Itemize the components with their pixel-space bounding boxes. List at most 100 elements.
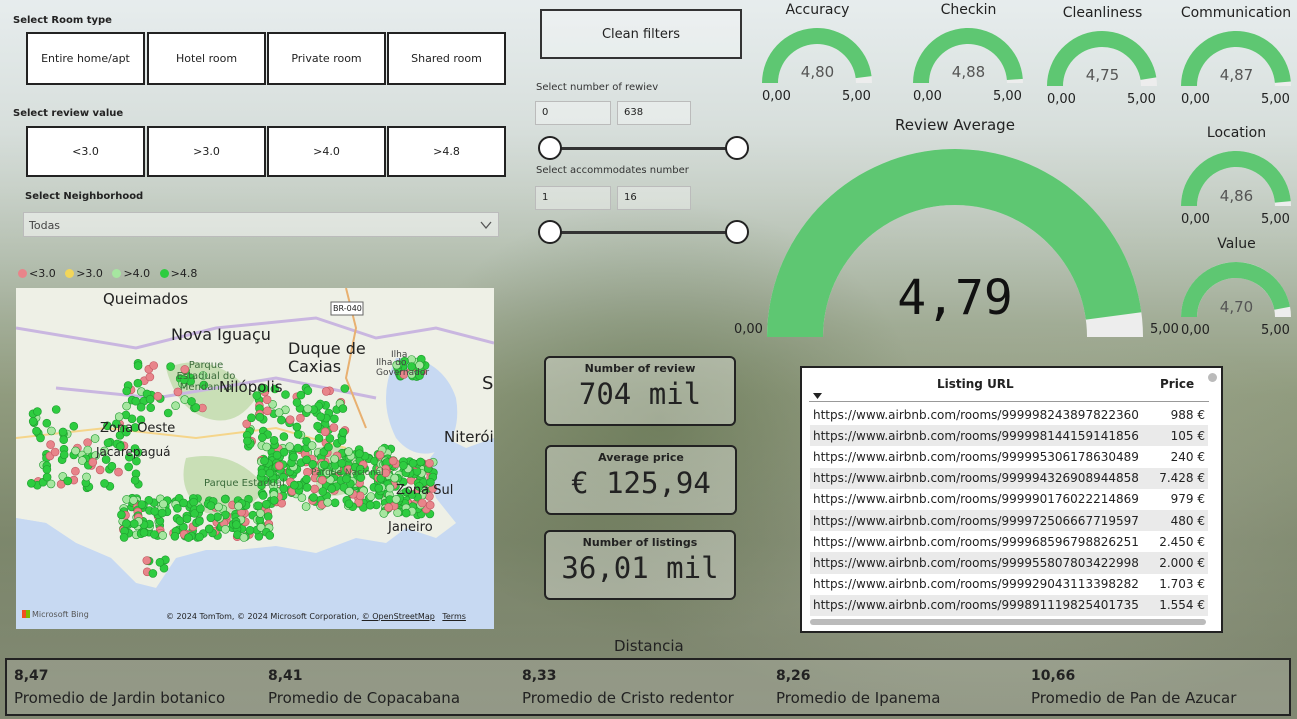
map-point[interactable] bbox=[137, 500, 147, 509]
terms-link[interactable]: Terms bbox=[442, 612, 466, 621]
map-point[interactable] bbox=[247, 413, 256, 423]
map-point[interactable] bbox=[265, 531, 275, 540]
map-point[interactable] bbox=[88, 457, 98, 467]
map-point[interactable] bbox=[27, 479, 36, 488]
map-point[interactable] bbox=[71, 446, 80, 456]
map-point[interactable] bbox=[303, 404, 313, 414]
map-point[interactable] bbox=[42, 465, 52, 474]
map-point[interactable] bbox=[285, 415, 295, 424]
table-row[interactable]: https://www.airbnb.com/rooms/99999824389… bbox=[810, 404, 1208, 425]
map-point[interactable] bbox=[28, 417, 38, 426]
map-point[interactable] bbox=[83, 438, 92, 447]
map-point[interactable] bbox=[320, 427, 330, 437]
map-point[interactable] bbox=[189, 497, 198, 507]
table-row[interactable]: https://www.airbnb.com/rooms/99992904311… bbox=[810, 574, 1208, 595]
listings-table[interactable]: Listing URL Price https://www.airbnb.com… bbox=[800, 366, 1223, 633]
map-point[interactable] bbox=[330, 414, 339, 424]
map-point[interactable] bbox=[385, 483, 395, 493]
map-point[interactable] bbox=[130, 475, 140, 485]
osm-link[interactable]: © OpenStreetMap bbox=[362, 612, 435, 621]
map-point[interactable] bbox=[258, 491, 268, 500]
map-point[interactable] bbox=[330, 454, 339, 464]
sort-desc-icon[interactable] bbox=[813, 393, 822, 399]
vertical-scrollbar-thumb[interactable] bbox=[1208, 373, 1217, 382]
map-point[interactable] bbox=[256, 509, 265, 518]
map-point[interactable] bbox=[42, 418, 52, 428]
map-point[interactable] bbox=[100, 479, 109, 488]
map-point[interactable] bbox=[265, 468, 275, 478]
map-point[interactable] bbox=[69, 421, 79, 431]
map-point[interactable] bbox=[310, 484, 319, 494]
map-point[interactable] bbox=[83, 445, 93, 455]
map-point[interactable] bbox=[296, 390, 306, 400]
map-point[interactable] bbox=[337, 459, 347, 468]
map-point[interactable] bbox=[338, 404, 348, 413]
map-point[interactable] bbox=[374, 483, 384, 493]
map-point[interactable] bbox=[122, 386, 131, 396]
map-point[interactable] bbox=[399, 461, 408, 470]
map-point[interactable] bbox=[139, 528, 149, 537]
map-point[interactable] bbox=[255, 412, 265, 422]
map-point[interactable] bbox=[46, 440, 55, 449]
map-point[interactable] bbox=[187, 397, 196, 406]
map-point[interactable] bbox=[63, 476, 73, 486]
map-point[interactable] bbox=[321, 387, 331, 396]
map-point[interactable] bbox=[285, 442, 295, 451]
map-point[interactable] bbox=[182, 514, 192, 524]
map-point[interactable] bbox=[344, 499, 354, 509]
map-point[interactable] bbox=[130, 519, 139, 529]
map-point[interactable] bbox=[323, 498, 333, 507]
map-point[interactable] bbox=[269, 436, 279, 445]
table-row[interactable]: https://www.airbnb.com/rooms/99989111982… bbox=[810, 594, 1208, 616]
map-point[interactable] bbox=[277, 415, 286, 425]
map-point[interactable] bbox=[289, 452, 298, 462]
map-point[interactable] bbox=[425, 500, 435, 510]
table-row[interactable]: https://www.airbnb.com/rooms/99999432690… bbox=[810, 467, 1208, 489]
map-point[interactable] bbox=[232, 520, 241, 529]
map-point[interactable] bbox=[329, 423, 339, 432]
map-point[interactable] bbox=[318, 487, 328, 496]
map-point[interactable] bbox=[303, 386, 313, 395]
table-row[interactable]: https://www.airbnb.com/rooms/99996859679… bbox=[810, 531, 1208, 552]
map-point[interactable] bbox=[114, 467, 123, 477]
map-point[interactable] bbox=[90, 434, 100, 443]
col-header-price[interactable]: Price bbox=[1160, 377, 1194, 391]
map-point[interactable] bbox=[142, 556, 152, 565]
map-point[interactable] bbox=[290, 480, 299, 490]
map-point[interactable] bbox=[148, 569, 158, 578]
map-point[interactable] bbox=[163, 408, 173, 418]
map-point[interactable] bbox=[42, 472, 52, 482]
map-point[interactable] bbox=[107, 461, 117, 471]
map-point[interactable] bbox=[297, 493, 307, 502]
table-row[interactable]: https://www.airbnb.com/rooms/99999814415… bbox=[810, 425, 1208, 447]
map-point[interactable] bbox=[195, 532, 204, 542]
map-point[interactable] bbox=[417, 498, 427, 508]
map-point[interactable] bbox=[239, 533, 249, 542]
map-point[interactable] bbox=[58, 427, 68, 437]
map-point[interactable] bbox=[257, 468, 267, 478]
map-point[interactable] bbox=[263, 512, 273, 521]
map-point[interactable] bbox=[204, 524, 214, 534]
map-point[interactable] bbox=[243, 436, 252, 446]
listing-url-cell[interactable]: https://www.airbnb.com/rooms/99999814415… bbox=[810, 425, 1155, 447]
map-point[interactable] bbox=[158, 531, 167, 540]
map-point[interactable] bbox=[269, 496, 279, 505]
map-point[interactable] bbox=[330, 498, 340, 508]
map-point[interactable] bbox=[338, 428, 348, 437]
listing-url-cell[interactable]: https://www.airbnb.com/rooms/99999432690… bbox=[810, 467, 1155, 489]
map-point[interactable] bbox=[59, 450, 69, 460]
map-point[interactable] bbox=[274, 461, 284, 471]
map-point[interactable] bbox=[309, 493, 318, 502]
map-point[interactable] bbox=[260, 456, 269, 466]
map-point[interactable] bbox=[234, 501, 243, 511]
map-point[interactable] bbox=[133, 361, 143, 370]
map-point[interactable] bbox=[221, 525, 230, 534]
map-point[interactable] bbox=[262, 500, 271, 509]
table-row[interactable]: https://www.airbnb.com/rooms/99997250666… bbox=[810, 509, 1208, 532]
map-point[interactable] bbox=[173, 504, 182, 513]
map-point[interactable] bbox=[195, 516, 204, 526]
map-point[interactable] bbox=[184, 533, 193, 542]
map-point[interactable] bbox=[71, 466, 80, 476]
map-point[interactable] bbox=[262, 442, 271, 452]
map-point[interactable] bbox=[150, 507, 160, 516]
